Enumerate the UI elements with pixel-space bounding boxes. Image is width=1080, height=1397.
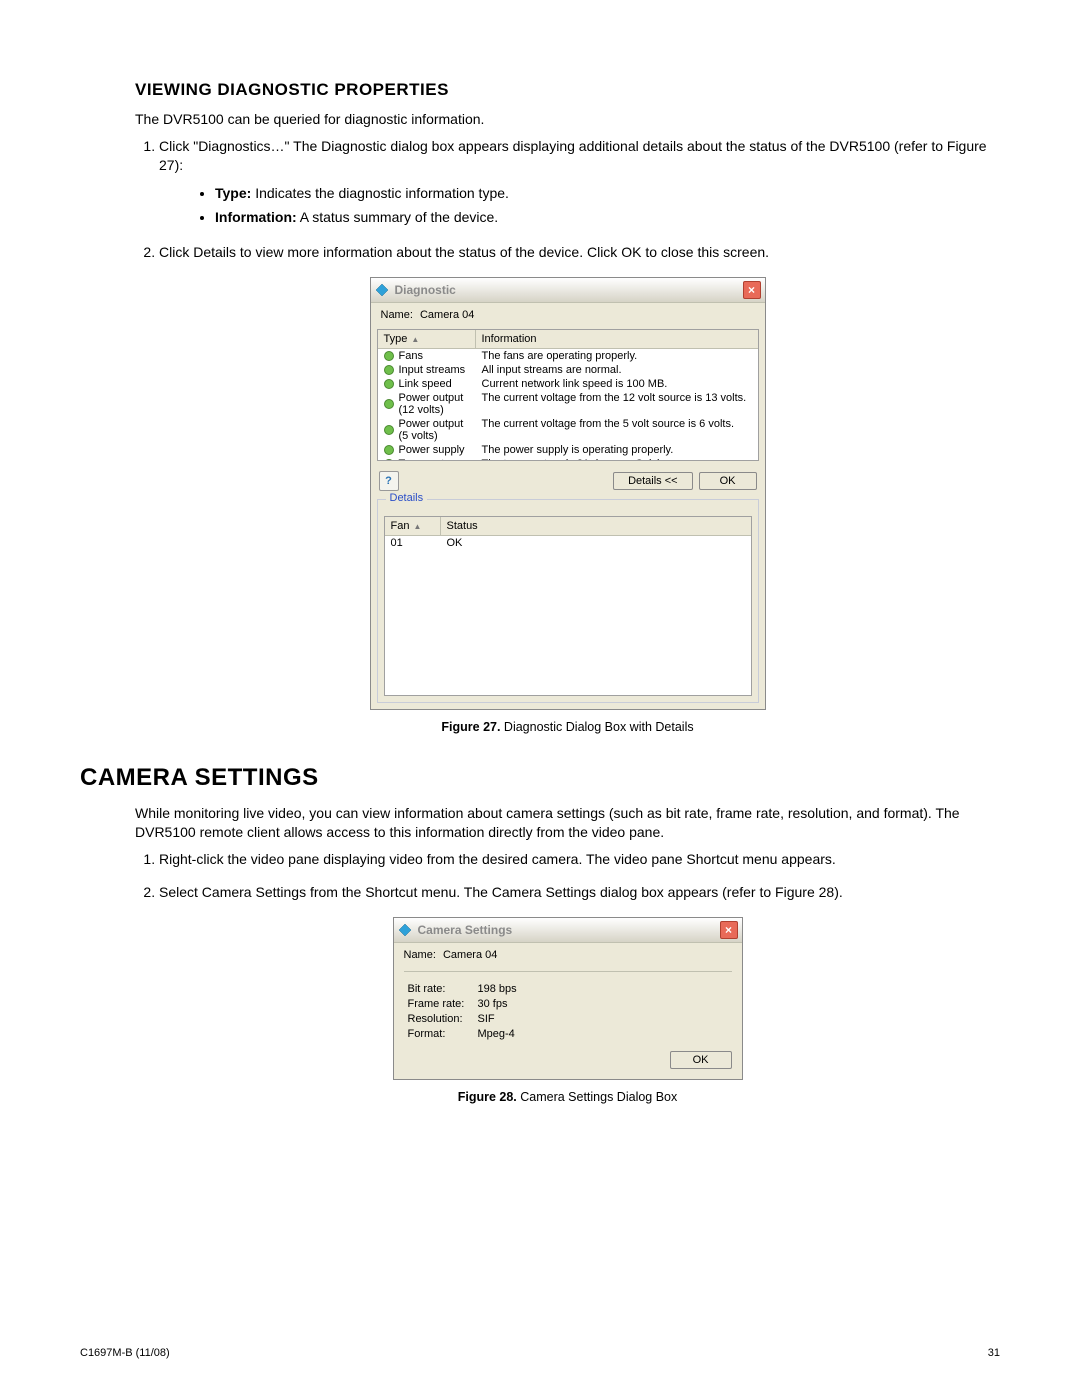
table-row[interactable]: Link speed Current network link speed is … — [378, 377, 758, 391]
fig28-text: Camera Settings Dialog Box — [517, 1090, 678, 1104]
row-info: The fans are operating properly. — [476, 349, 758, 363]
row-framerate: Frame rate:30 fps — [408, 998, 732, 1010]
status-dot-icon — [384, 351, 394, 361]
step-1-text: Click "Diagnostics…" The Diagnostic dial… — [159, 138, 987, 174]
figure-27-caption: Figure 27. Diagnostic Dialog Box with De… — [135, 720, 1000, 734]
bitrate-value: 198 bps — [478, 983, 517, 995]
fig27-text: Diagnostic Dialog Box with Details — [500, 720, 693, 734]
cs-titlebar: Camera Settings × — [394, 918, 742, 943]
step-2: Click Details to view more information a… — [159, 243, 1000, 263]
separator — [404, 971, 732, 972]
row-info: The current voltage from the 12 volt sou… — [476, 391, 758, 417]
app-icon — [398, 923, 412, 937]
status-dot-icon — [384, 379, 394, 389]
cs-title: Camera Settings — [418, 923, 720, 937]
details-legend: Details — [386, 492, 428, 504]
status-dot-icon — [384, 425, 394, 435]
details-button[interactable]: Details << — [613, 472, 693, 490]
cs-ok-button[interactable]: OK — [670, 1051, 732, 1069]
bullet-type: Type: Indicates the diagnostic informati… — [215, 184, 1000, 204]
intro-text: The DVR5100 can be queried for diagnosti… — [135, 110, 1000, 129]
row-info: The power supply is operating properly. — [476, 443, 758, 457]
row-info: Current network link speed is 100 MB. — [476, 377, 758, 391]
dialog-title: Diagnostic — [395, 283, 743, 297]
bullet-info-label: Information: — [215, 209, 297, 225]
row-format: Format:Mpeg-4 — [408, 1028, 732, 1040]
sort-icon: ▲ — [411, 335, 419, 344]
row-type: Power output (5 volts) — [399, 418, 470, 442]
footer-page: 31 — [988, 1347, 1000, 1359]
details-group: Details Fan▲ Status 01 OK — [377, 499, 759, 703]
camera-settings-para: While monitoring live video, you can vie… — [135, 804, 1000, 842]
figure-28-caption: Figure 28. Camera Settings Dialog Box — [135, 1090, 1000, 1104]
details-table: Fan▲ Status 01 OK — [384, 516, 752, 696]
resolution-label: Resolution: — [408, 1013, 478, 1025]
table-row[interactable]: Power output (12 volts)The current volta… — [378, 391, 758, 417]
table-row[interactable]: Power supply The power supply is operatin… — [378, 443, 758, 457]
row-type: Link speed — [399, 378, 452, 390]
dialog-titlebar: Diagnostic × — [371, 278, 765, 303]
row-info: The current voltage from the 5 volt sour… — [476, 417, 758, 443]
name-value: Camera 04 — [420, 309, 474, 321]
resolution-value: SIF — [478, 1013, 495, 1025]
close-icon[interactable]: × — [743, 281, 761, 299]
close-icon[interactable]: × — [720, 921, 738, 939]
col-info: Information — [476, 330, 758, 348]
step-1: Click "Diagnostics…" The Diagnostic dial… — [159, 137, 1000, 227]
row-type: Fans — [399, 350, 423, 362]
row-type: Power output (12 volts) — [399, 392, 470, 416]
name-row: Name: Camera 04 — [371, 303, 765, 329]
name-label: Name: — [381, 309, 413, 321]
camera-settings-dialog: Camera Settings × Name: Camera 04 Bit ra… — [393, 917, 743, 1080]
format-label: Format: — [408, 1028, 478, 1040]
table-header[interactable]: Type▲ Information — [378, 330, 758, 349]
cs-name-row: Name: Camera 04 — [394, 943, 742, 969]
framerate-value: 30 fps — [478, 998, 508, 1010]
heading-camera-settings: CAMERA SETTINGS — [80, 764, 1000, 792]
table-row[interactable]: Power output (5 volts)The current voltag… — [378, 417, 758, 443]
cs-step-1: Right-click the video pane displaying vi… — [159, 850, 1000, 870]
footer-docid: C1697M-B (11/08) — [80, 1347, 170, 1359]
det-fan-val: 01 — [385, 536, 441, 550]
status-dot-icon — [384, 399, 394, 409]
fig28-label: Figure 28. — [458, 1090, 517, 1104]
bullet-type-label: Type: — [215, 185, 251, 201]
details-row: 01 OK — [385, 536, 751, 550]
heading-viewing-diagnostic: VIEWING DIAGNOSTIC PROPERTIES — [135, 80, 1000, 100]
table-row[interactable]: Fans The fans are operating properly. — [378, 349, 758, 363]
diagnostic-table: Type▲ Information Fans The fans are opera… — [377, 329, 759, 461]
framerate-label: Frame rate: — [408, 998, 478, 1010]
det-status-val: OK — [441, 536, 751, 550]
status-dot-icon — [384, 445, 394, 455]
bullet-information: Information: A status summary of the dev… — [215, 208, 1000, 228]
bullet-type-text: Indicates the diagnostic information typ… — [251, 185, 509, 201]
row-info: All input streams are normal. — [476, 363, 758, 377]
bullet-info-text: A status summary of the device. — [297, 209, 499, 225]
fig27-label: Figure 27. — [441, 720, 500, 734]
cs-step-2: Select Camera Settings from the Shortcut… — [159, 883, 1000, 903]
row-bitrate: Bit rate:198 bps — [408, 983, 732, 995]
sort-icon: ▲ — [413, 522, 421, 531]
table-row[interactable]: Input streams All input streams are norma… — [378, 363, 758, 377]
cs-name-label: Name: — [404, 949, 436, 961]
status-dot-icon — [384, 365, 394, 375]
col-type: Type — [384, 333, 408, 345]
app-icon — [375, 283, 389, 297]
format-value: Mpeg-4 — [478, 1028, 515, 1040]
ok-button[interactable]: OK — [699, 472, 757, 490]
diagnostic-dialog: Diagnostic × Name: Camera 04 Type▲ Infor… — [370, 277, 766, 710]
help-icon[interactable]: ? — [379, 471, 399, 491]
cs-name-value: Camera 04 — [443, 949, 497, 961]
row-resolution: Resolution:SIF — [408, 1013, 732, 1025]
det-col-fan: Fan — [391, 520, 410, 532]
det-col-status: Status — [441, 517, 751, 535]
row-type: Power supply — [399, 444, 465, 456]
row-type: Input streams — [399, 364, 466, 376]
bitrate-label: Bit rate: — [408, 983, 478, 995]
